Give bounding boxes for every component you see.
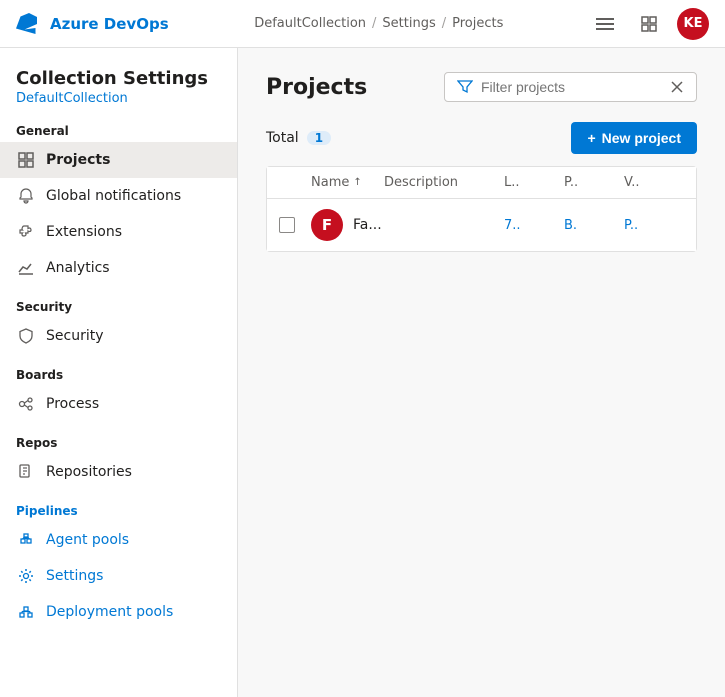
agent-icon	[16, 530, 36, 550]
total-label: Total 1	[266, 130, 331, 146]
sidebar-item-analytics-label: Analytics	[46, 260, 110, 276]
main-header: Projects	[266, 72, 697, 102]
new-project-icon: +	[587, 130, 595, 146]
sidebar-item-global-notifications-label: Global notifications	[46, 188, 181, 204]
sidebar-item-agent-pools-label: Agent pools	[46, 532, 129, 548]
sidebar-item-projects[interactable]: Projects	[0, 142, 237, 178]
project-process: B.	[564, 218, 624, 233]
row-checkbox[interactable]	[279, 217, 295, 233]
sidebar-item-security[interactable]: Security	[0, 318, 237, 354]
projects-toolbar: Total 1 + New project	[266, 122, 697, 154]
new-project-label: New project	[602, 130, 681, 146]
breadcrumb-current: Projects	[452, 16, 503, 31]
sidebar-item-extensions-label: Extensions	[46, 224, 122, 240]
sidebar-item-settings-label: Settings	[46, 568, 103, 584]
project-last: 7..	[504, 218, 564, 233]
sidebar-title: Collection Settings	[16, 68, 221, 89]
sidebar-item-repositories[interactable]: Repositories	[0, 454, 237, 490]
project-name-cell: F Fa...	[311, 209, 384, 241]
col-header-process: P..	[564, 175, 624, 190]
sidebar-item-process-label: Process	[46, 396, 99, 412]
sort-icon: ↑	[353, 177, 361, 188]
repo-icon	[16, 462, 36, 482]
filter-box	[444, 72, 697, 102]
logo-text: Azure DevOps	[50, 15, 169, 33]
bell-icon	[16, 186, 36, 206]
process-icon	[16, 394, 36, 414]
list-icon-button[interactable]	[589, 8, 621, 40]
table-row: F Fa... 7.. B. P..	[267, 199, 696, 251]
shield-icon	[16, 326, 36, 346]
breadcrumb-sep-1: /	[372, 16, 376, 31]
sidebar-item-projects-label: Projects	[46, 152, 110, 168]
sidebar-item-repositories-label: Repositories	[46, 464, 132, 480]
app-body: Collection Settings DefaultCollection Ge…	[0, 48, 725, 697]
col-header-visibility: V..	[624, 175, 684, 190]
project-visibility: P..	[624, 218, 684, 233]
col-header-name[interactable]: Name ↑	[311, 175, 384, 190]
user-avatar[interactable]: KE	[677, 8, 709, 40]
filter-input[interactable]	[481, 79, 662, 95]
azure-devops-logo-icon	[16, 11, 42, 37]
section-label-security: Security	[0, 286, 237, 318]
project-name[interactable]: Fa...	[353, 217, 382, 233]
page-title: Projects	[266, 75, 367, 100]
sidebar-item-settings[interactable]: Settings	[0, 558, 237, 594]
breadcrumb-sep-2: /	[442, 16, 446, 31]
box-icon	[640, 15, 658, 33]
sidebar: Collection Settings DefaultCollection Ge…	[0, 48, 238, 697]
breadcrumb-settings[interactable]: Settings	[382, 16, 435, 31]
sidebar-subtitle: DefaultCollection	[16, 91, 221, 106]
filter-icon	[457, 79, 473, 95]
gear-icon	[16, 566, 36, 586]
puzzle-icon	[16, 222, 36, 242]
topbar-icons: KE	[589, 8, 709, 40]
sidebar-item-agent-pools[interactable]: Agent pools	[0, 522, 237, 558]
section-label-general: General	[0, 110, 237, 142]
sidebar-item-deployment-pools[interactable]: Deployment pools	[0, 594, 237, 630]
main-content: Projects Total 1 + New project	[238, 48, 725, 697]
breadcrumb-collection[interactable]: DefaultCollection	[254, 16, 366, 31]
topbar: Azure DevOps DefaultCollection / Setting…	[0, 0, 725, 48]
section-label-pipelines: Pipelines	[0, 490, 237, 522]
chart-icon	[16, 258, 36, 278]
table-header: Name ↑ Description L.. P.. V..	[267, 167, 696, 199]
section-label-repos: Repos	[0, 422, 237, 454]
col-header-last: L..	[504, 175, 564, 190]
sidebar-item-analytics[interactable]: Analytics	[0, 250, 237, 286]
sidebar-item-deployment-pools-label: Deployment pools	[46, 604, 173, 620]
box-icon-button[interactable]	[633, 8, 665, 40]
breadcrumb: DefaultCollection / Settings / Projects	[181, 16, 577, 31]
total-badge: 1	[307, 131, 331, 145]
deploy-icon	[16, 602, 36, 622]
new-project-button[interactable]: + New project	[571, 122, 697, 154]
filter-clear-button[interactable]	[670, 80, 684, 94]
sidebar-item-security-label: Security	[46, 328, 104, 344]
col-header-description: Description	[384, 175, 504, 190]
list-icon	[596, 15, 614, 33]
logo[interactable]: Azure DevOps	[16, 11, 169, 37]
grid-icon	[16, 150, 36, 170]
project-avatar: F	[311, 209, 343, 241]
sidebar-header: Collection Settings DefaultCollection	[0, 48, 237, 110]
sidebar-item-process[interactable]: Process	[0, 386, 237, 422]
sidebar-item-extensions[interactable]: Extensions	[0, 214, 237, 250]
projects-table: Name ↑ Description L.. P.. V.. F Fa... 7…	[266, 166, 697, 252]
section-label-boards: Boards	[0, 354, 237, 386]
sidebar-item-global-notifications[interactable]: Global notifications	[0, 178, 237, 214]
